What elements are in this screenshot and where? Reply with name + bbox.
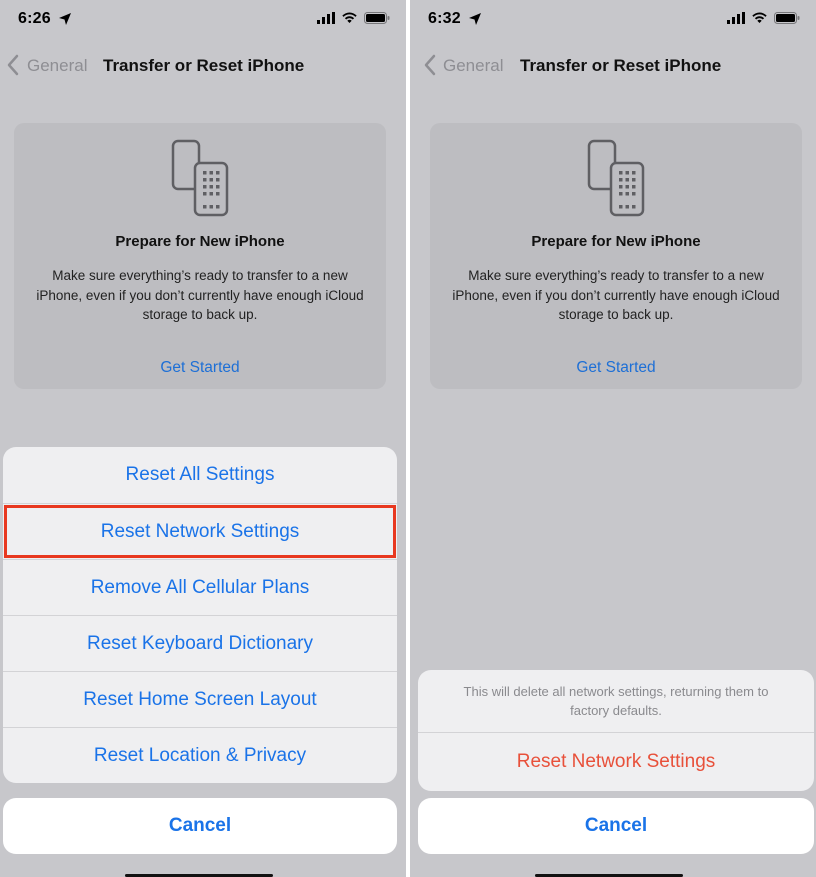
status-bar: 6:26 bbox=[0, 8, 406, 32]
status-time: 6:32 bbox=[428, 10, 461, 27]
page-title: Transfer or Reset iPhone bbox=[520, 56, 722, 75]
nav-bar: General Transfer or Reset iPhone bbox=[0, 52, 406, 82]
wifi-icon bbox=[752, 12, 767, 23]
nav-bar: General Transfer or Reset iPhone bbox=[410, 52, 816, 82]
status-bar: 6:32 bbox=[410, 8, 816, 32]
reset-location-privacy-button[interactable]: Reset Location & Privacy bbox=[3, 727, 397, 783]
confirm-message: This will delete all network settings, r… bbox=[463, 684, 769, 718]
signal-icon bbox=[727, 12, 745, 24]
location-arrow-icon bbox=[59, 13, 71, 25]
get-started-link[interactable]: Get Started bbox=[430, 359, 802, 377]
confirm-reset-sheet: This will delete all network settings, r… bbox=[418, 670, 814, 791]
battery-icon bbox=[364, 12, 390, 24]
signal-icon bbox=[317, 12, 335, 24]
card-description: Make sure everything’s ready to transfer… bbox=[452, 268, 780, 322]
reset-action-sheet: Reset All Settings Reset Network Setting… bbox=[3, 447, 397, 783]
chevron-left-icon[interactable] bbox=[6, 54, 20, 76]
remove-all-cellular-plans-button[interactable]: Remove All Cellular Plans bbox=[3, 559, 397, 615]
chevron-left-icon[interactable] bbox=[423, 54, 437, 76]
left-screen: 6:26 General Transfer or Reset iPhone Pr… bbox=[0, 0, 406, 877]
reset-all-settings-button[interactable]: Reset All Settings bbox=[3, 447, 397, 503]
card-title: Prepare for New iPhone bbox=[531, 233, 701, 250]
page-title: Transfer or Reset iPhone bbox=[103, 56, 305, 75]
cancel-button[interactable]: Cancel bbox=[3, 798, 397, 854]
get-started-link[interactable]: Get Started bbox=[14, 359, 386, 377]
location-arrow-icon bbox=[469, 13, 481, 25]
back-button[interactable]: General bbox=[443, 56, 503, 76]
prepare-card: Prepare for New iPhone Make sure everyth… bbox=[14, 123, 386, 389]
reset-home-screen-layout-button[interactable]: Reset Home Screen Layout bbox=[3, 671, 397, 727]
card-title: Prepare for New iPhone bbox=[115, 233, 285, 250]
prepare-card: Prepare for New iPhone Make sure everyth… bbox=[430, 123, 802, 389]
phones-transfer-icon bbox=[171, 139, 229, 217]
wifi-icon bbox=[342, 12, 357, 23]
confirm-reset-network-settings-button[interactable]: Reset Network Settings bbox=[418, 732, 814, 791]
battery-icon bbox=[774, 12, 800, 24]
reset-network-settings-button[interactable]: Reset Network Settings bbox=[3, 503, 397, 559]
right-screen: 6:32 General Transfer or Reset iPhone Pr… bbox=[410, 0, 816, 877]
back-button[interactable]: General bbox=[27, 56, 87, 76]
cancel-button[interactable]: Cancel bbox=[418, 798, 814, 854]
reset-keyboard-dictionary-button[interactable]: Reset Keyboard Dictionary bbox=[3, 615, 397, 671]
card-description: Make sure everything’s ready to transfer… bbox=[36, 268, 364, 322]
phones-transfer-icon bbox=[587, 139, 645, 217]
status-time: 6:26 bbox=[18, 10, 51, 27]
